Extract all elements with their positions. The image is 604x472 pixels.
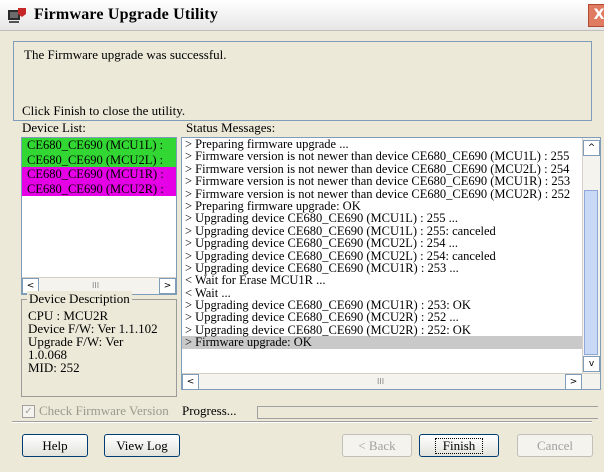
scroll-up-button[interactable]: ^ bbox=[583, 140, 600, 156]
scroll-right-button[interactable]: > bbox=[565, 374, 582, 389]
success-message: The Firmware upgrade was successful. bbox=[24, 47, 227, 62]
status-hscrollbar[interactable]: < III > bbox=[182, 373, 600, 389]
check-firmware-label: Check Firmware Version bbox=[39, 403, 169, 418]
device-description-group: Device Description CPU : MCU2R Device F/… bbox=[21, 291, 177, 397]
status-line[interactable]: > Firmware version is not newer than dev… bbox=[182, 150, 600, 163]
window-title: Firmware Upgrade Utility bbox=[34, 6, 219, 23]
divider bbox=[12, 421, 592, 423]
status-messages-list[interactable]: > Preparing firmware upgrade ... > Firmwa… bbox=[181, 137, 601, 390]
device-list-items: CE680_CE690 (MCU1L) : CE680_CE690 (MCU2L)… bbox=[22, 138, 176, 196]
scroll-thumb[interactable] bbox=[584, 190, 598, 355]
progress-label: Progress... bbox=[182, 403, 237, 418]
app-icon bbox=[8, 8, 26, 23]
finish-button-label: Finish bbox=[434, 438, 484, 454]
device-list-item[interactable]: CE680_CE690 (MCU1R) : bbox=[22, 167, 176, 182]
instruction-message: Click Finish to close the utility. bbox=[22, 103, 186, 118]
status-line[interactable]: > Upgrading device CE680_CE690 (MCU2L) :… bbox=[182, 237, 600, 250]
device-list[interactable]: CE680_CE690 (MCU1L) : CE680_CE690 (MCU2L)… bbox=[21, 137, 177, 295]
view-log-button[interactable]: View Log bbox=[104, 434, 180, 457]
device-description-legend: Device Description bbox=[27, 291, 132, 307]
device-list-label: Device List: bbox=[22, 120, 86, 135]
scroll-grip-icon: III bbox=[377, 377, 385, 386]
device-list-item[interactable]: CE680_CE690 (MCU2L) : bbox=[22, 152, 176, 167]
status-line[interactable]: > Firmware version is not newer than dev… bbox=[182, 175, 600, 188]
status-line[interactable]: > Upgrading device CE680_CE690 (MCU2R) :… bbox=[182, 311, 600, 324]
title-bar: Firmware Upgrade Utility X bbox=[0, 0, 604, 31]
status-line[interactable]: > Firmware upgrade: OK bbox=[182, 336, 600, 349]
check-firmware-checkbox[interactable]: ✓ bbox=[22, 405, 35, 418]
mid-value: MID: 252 bbox=[28, 360, 80, 375]
status-vscrollbar[interactable]: ^ v bbox=[582, 138, 600, 373]
scroll-left-button[interactable]: < bbox=[182, 374, 199, 389]
cancel-button[interactable]: Cancel bbox=[517, 434, 593, 457]
scroll-right-button[interactable]: > bbox=[159, 278, 176, 294]
close-button[interactable]: X bbox=[588, 4, 604, 27]
status-line[interactable]: < Wait for Erase MCU1R ... bbox=[182, 274, 600, 287]
status-line[interactable]: > Upgrading device CE680_CE690 (MCU1L) :… bbox=[182, 212, 600, 225]
device-list-item[interactable]: CE680_CE690 (MCU2R) : bbox=[22, 181, 176, 196]
device-list-item[interactable]: CE680_CE690 (MCU1L) : bbox=[22, 138, 176, 153]
status-lines: > Preparing firmware upgrade ... > Firmwa… bbox=[182, 138, 600, 349]
scroll-grip-icon: III bbox=[92, 281, 100, 290]
help-button[interactable]: Help bbox=[22, 434, 88, 457]
status-messages-label: Status Messages: bbox=[186, 120, 276, 135]
scroll-down-button[interactable]: v bbox=[583, 356, 600, 372]
finish-button[interactable]: Finish bbox=[419, 434, 499, 457]
back-button[interactable]: < Back bbox=[342, 434, 412, 457]
progress-bar bbox=[257, 406, 598, 419]
